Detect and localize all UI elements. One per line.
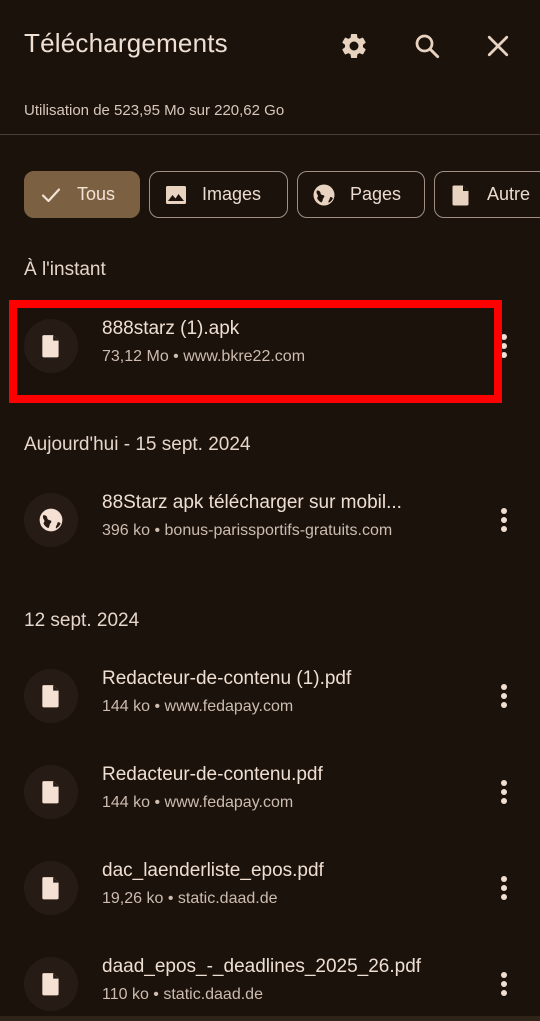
file-icon-badge (24, 319, 78, 373)
close-button[interactable] (476, 24, 520, 68)
filter-chip-images[interactable]: Images (149, 171, 288, 218)
filter-chip-tous[interactable]: Tous (24, 171, 140, 218)
download-item[interactable]: daad_epos_-_deadlines_2025_26.pdf 110 ko… (0, 946, 540, 1021)
file-meta: 144 ko • www.fedapay.com (102, 794, 294, 811)
more-vert-icon (501, 334, 507, 358)
filter-chips: Tous Images Pages Autre (24, 171, 540, 218)
download-item[interactable]: 88Starz apk télécharger sur mobil... 396… (0, 482, 540, 558)
image-icon (166, 185, 186, 204)
more-options-button[interactable] (490, 964, 518, 1004)
download-item[interactable]: 888starz (1).apk 73,12 Mo • www.bkre22.c… (0, 308, 540, 384)
file-meta: 110 ko • static.daad.de (102, 986, 263, 1003)
settings-button[interactable] (332, 24, 376, 68)
gear-icon (342, 33, 366, 58)
file-icon (42, 973, 59, 996)
section-label: À l'instant (24, 259, 106, 280)
file-meta: 144 ko • www.fedapay.com (102, 698, 294, 715)
file-meta: 396 ko • bonus-parissportifs-gratuits.co… (102, 522, 393, 539)
globe-icon (39, 508, 63, 532)
download-item[interactable]: Redacteur-de-contenu (1).pdf 144 ko • ww… (0, 658, 540, 734)
header: Téléchargements (0, 0, 540, 92)
file-icon-badge (24, 669, 78, 723)
file-meta: 19,26 ko • static.daad.de (102, 890, 278, 907)
file-icon-badge (24, 957, 78, 1011)
page-title-text: 88Starz apk télécharger sur mobil... (102, 492, 402, 513)
more-options-button[interactable] (490, 868, 518, 908)
filter-chip-label: Pages (350, 184, 402, 204)
file-icon (42, 685, 59, 708)
more-options-button[interactable] (490, 676, 518, 716)
file-name: dac_laenderliste_epos.pdf (102, 860, 324, 881)
file-name: Redacteur-de-contenu.pdf (102, 764, 323, 785)
section-label: Aujourd'hui - 15 sept. 2024 (24, 434, 251, 455)
globe-icon (313, 184, 335, 205)
file-icon-badge (24, 765, 78, 819)
storage-usage: Utilisation de 523,95 Mo sur 220,62 Go (24, 102, 285, 119)
search-button[interactable] (405, 24, 449, 68)
file-icon (42, 781, 59, 804)
check-icon (41, 187, 61, 202)
file-name: 888starz (1).apk (102, 318, 240, 339)
bottom-edge (0, 1016, 540, 1021)
header-divider (0, 134, 540, 135)
filter-chip-label: Autre (487, 184, 531, 204)
more-vert-icon (501, 876, 507, 900)
more-options-button[interactable] (490, 772, 518, 812)
download-item[interactable]: Redacteur-de-contenu.pdf 144 ko • www.fe… (0, 754, 540, 830)
filter-chip-pages[interactable]: Pages (297, 171, 425, 218)
section-label: 12 sept. 2024 (24, 610, 140, 631)
filter-chip-autre[interactable]: Autre (434, 171, 540, 218)
file-name: daad_epos_-_deadlines_2025_26.pdf (102, 956, 422, 977)
file-meta: 73,12 Mo • www.bkre22.com (102, 348, 306, 365)
file-icon (452, 185, 469, 205)
file-icon (42, 877, 59, 900)
more-vert-icon (501, 780, 507, 804)
filter-chip-label: Tous (77, 184, 116, 204)
file-name: Redacteur-de-contenu (1).pdf (102, 668, 352, 689)
downloads-screen: Téléchargements Utilisation de 523,95 Mo… (0, 0, 540, 1021)
filter-chip-label: Images (202, 184, 262, 204)
file-icon (42, 335, 59, 358)
more-vert-icon (501, 972, 507, 996)
more-options-button[interactable] (490, 326, 518, 366)
globe-icon-badge (24, 493, 78, 547)
page-title: Téléchargements (24, 28, 228, 58)
more-vert-icon (501, 508, 507, 532)
file-icon-badge (24, 861, 78, 915)
more-vert-icon (501, 684, 507, 708)
close-icon (487, 35, 509, 57)
download-item[interactable]: dac_laenderliste_epos.pdf 19,26 ko • sta… (0, 850, 540, 926)
search-icon (415, 34, 440, 59)
more-options-button[interactable] (490, 500, 518, 540)
